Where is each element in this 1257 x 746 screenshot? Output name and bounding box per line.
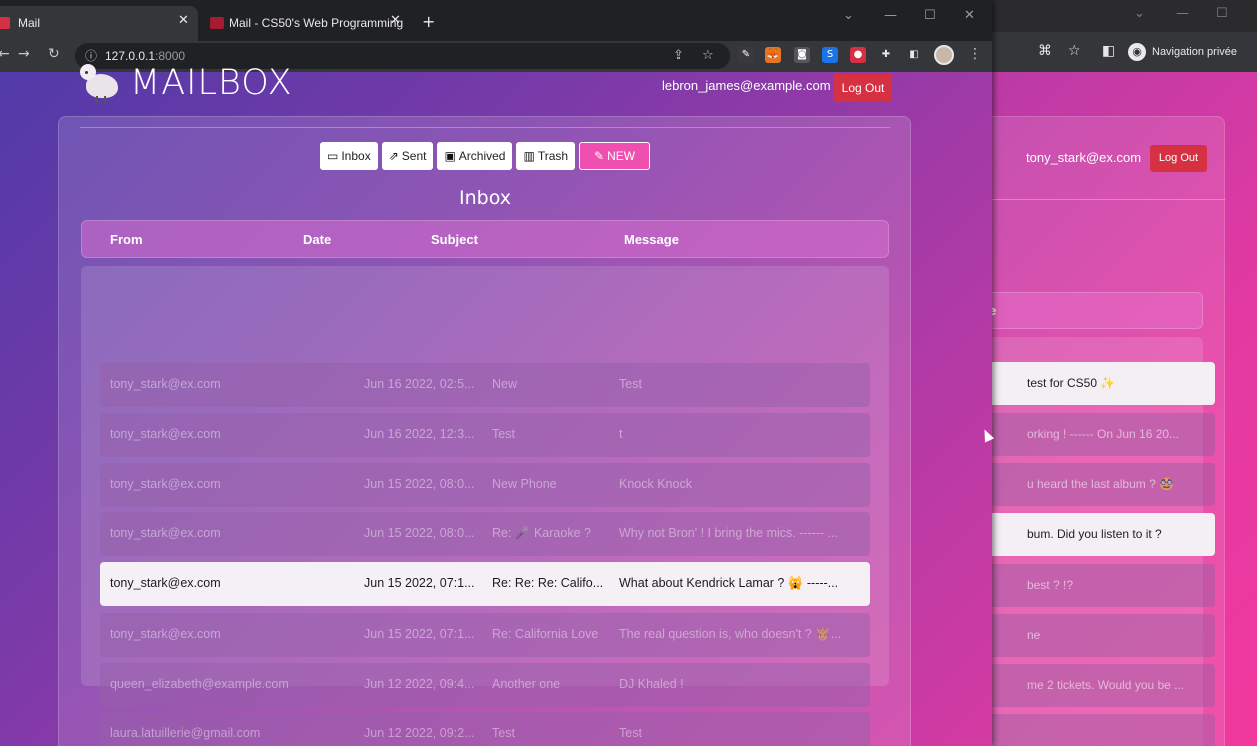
camera-icon[interactable]: ◙	[794, 47, 810, 63]
compose-pencil-icon: ✎	[594, 149, 605, 163]
column-subject: Subject	[431, 232, 478, 247]
column-date: Date	[303, 232, 332, 247]
back-email-row[interactable]: bum. Did you listen to it ?	[980, 513, 1215, 556]
logo-text: MAILBOX	[130, 63, 293, 103]
email-row[interactable]: tony_stark@ex.com Jun 16 2022, 12:3... T…	[100, 413, 870, 457]
chevron-down-icon[interactable]: ⌄	[1134, 6, 1145, 21]
back-user-email: tony_stark@ex.com	[1026, 150, 1142, 165]
email-row[interactable]: tony_stark@ex.com Jun 16 2022, 02:5... N…	[100, 363, 870, 407]
trash-icon: ▥	[523, 149, 535, 163]
more-menu-icon[interactable]: ⋮	[968, 46, 982, 62]
header-divider	[80, 127, 890, 128]
forward-arrow-icon[interactable]: →	[18, 46, 30, 62]
back-email-row[interactable]: orking ! ------ On Jun 16 20...	[980, 413, 1215, 456]
table-header: From Date Subject Message	[81, 220, 889, 258]
extension-red-icon[interactable]: ●	[850, 47, 866, 63]
column-from: From	[110, 232, 143, 247]
bookmark-star-icon[interactable]: ☆	[1068, 43, 1081, 59]
minimize-icon[interactable]: —	[884, 8, 897, 23]
maximize-icon[interactable]: ☐	[1216, 6, 1228, 21]
logout-button[interactable]: Log Out	[834, 73, 892, 102]
email-row[interactable]: tony_stark@ex.com Jun 15 2022, 08:0... R…	[100, 512, 870, 556]
mailbox-logo: MAILBOX	[80, 62, 293, 104]
email-row[interactable]: laura.latuillerie@gmail.com Jun 12 2022,…	[100, 712, 870, 746]
metamask-fox-icon[interactable]: 🦊	[765, 47, 781, 63]
qr-code-icon[interactable]: ⌘	[1038, 43, 1052, 59]
private-tab-bar: ⌄ — ☐	[980, 0, 1257, 32]
side-panel-icon[interactable]: ◧	[1102, 43, 1115, 59]
new-email-button[interactable]: ✎ NEW	[579, 142, 651, 170]
email-row[interactable]: tony_stark@ex.com Jun 15 2022, 07:1... R…	[100, 562, 870, 606]
tab-bar: Mail ✕ Mail - CS50's Web Programming ✕ +…	[0, 0, 992, 41]
puzzle-extensions-icon[interactable]: ✚	[878, 47, 894, 63]
archive-box-icon: ▣	[444, 149, 456, 163]
email-row[interactable]: queen_elizabeth@example.com Jun 12 2022,…	[100, 663, 870, 707]
back-table-header: ge	[980, 292, 1203, 329]
back-email-row[interactable]: ne	[980, 614, 1215, 657]
private-toolbar: ⌘ ☆ ◧ ◉ Navigation privée	[980, 32, 1257, 72]
pigeon-logo-icon	[80, 62, 122, 104]
inbox-button[interactable]: ▭ Inbox	[320, 142, 378, 170]
box-arrow-out-icon: ⇗	[388, 149, 399, 163]
new-tab-plus-icon[interactable]: +	[422, 12, 435, 31]
close-tab-icon[interactable]: ✕	[178, 13, 189, 28]
mailbox-nav: ▭ Inbox ⇗ Sent ▣ Archived ▥ Trash ✎ NEW	[320, 142, 651, 170]
archived-button[interactable]: ▣ Archived	[437, 142, 513, 170]
reload-icon[interactable]: ↻	[48, 46, 60, 62]
back-divider	[980, 199, 1225, 200]
private-browser-window: ⌄ — ☐ ⌘ ☆ ◧ ◉ Navigation privée tony_sta…	[980, 0, 1257, 746]
column-message: Message	[624, 232, 679, 247]
back-email-row[interactable]: test for CS50 ✨	[980, 362, 1215, 405]
extension-s-icon[interactable]: S	[822, 47, 838, 63]
gmail-favicon-icon	[0, 17, 10, 29]
incognito-icon: ◉	[1128, 43, 1146, 61]
private-mode-indicator[interactable]: ◉ Navigation privée	[1128, 43, 1237, 61]
mailbox-title: Inbox	[459, 187, 511, 209]
minimize-icon[interactable]: —	[1176, 6, 1189, 21]
back-email-row[interactable]: me 2 tickets. Would you be ...	[980, 664, 1215, 707]
email-row[interactable]: tony_stark@ex.com Jun 15 2022, 08:0... N…	[100, 463, 870, 507]
bookmark-star-icon[interactable]: ☆	[702, 48, 714, 63]
url-text: 127.0.0.1:8000	[105, 49, 186, 63]
maximize-icon[interactable]: ☐	[924, 8, 936, 23]
harvard-shield-icon	[210, 17, 224, 29]
tab-cs50[interactable]: Mail - CS50's Web Programming ✕	[202, 6, 410, 41]
user-email: lebron_james@example.com	[662, 78, 831, 93]
back-email-row[interactable]: u heard the last album ? 🥸	[980, 463, 1215, 506]
side-panel-icon[interactable]: ◧	[906, 47, 922, 63]
email-row[interactable]: tony_stark@ex.com Jun 15 2022, 07:1... R…	[100, 613, 870, 657]
tab-mail[interactable]: Mail ✕	[0, 6, 198, 41]
inbox-tray-icon: ▭	[327, 149, 339, 163]
close-window-icon[interactable]: ✕	[964, 8, 975, 23]
profile-avatar[interactable]	[934, 45, 954, 65]
back-arrow-icon[interactable]: ←	[0, 46, 10, 62]
close-tab-icon[interactable]: ✕	[390, 13, 401, 28]
sent-button[interactable]: ⇗ Sent	[381, 142, 434, 170]
chevron-down-icon[interactable]: ⌄	[843, 8, 854, 23]
main-browser-window: Mail ✕ Mail - CS50's Web Programming ✕ +…	[0, 0, 992, 746]
trash-button[interactable]: ▥ Trash	[516, 142, 576, 170]
back-email-row[interactable]	[980, 714, 1215, 746]
extension-pen-icon[interactable]: ✎	[738, 47, 754, 63]
back-logout-button[interactable]: Log Out	[1150, 145, 1207, 172]
private-mode-label: Navigation privée	[1152, 46, 1237, 58]
back-email-row[interactable]: best ? !?	[980, 564, 1215, 607]
share-icon[interactable]: ⇪	[673, 48, 684, 63]
